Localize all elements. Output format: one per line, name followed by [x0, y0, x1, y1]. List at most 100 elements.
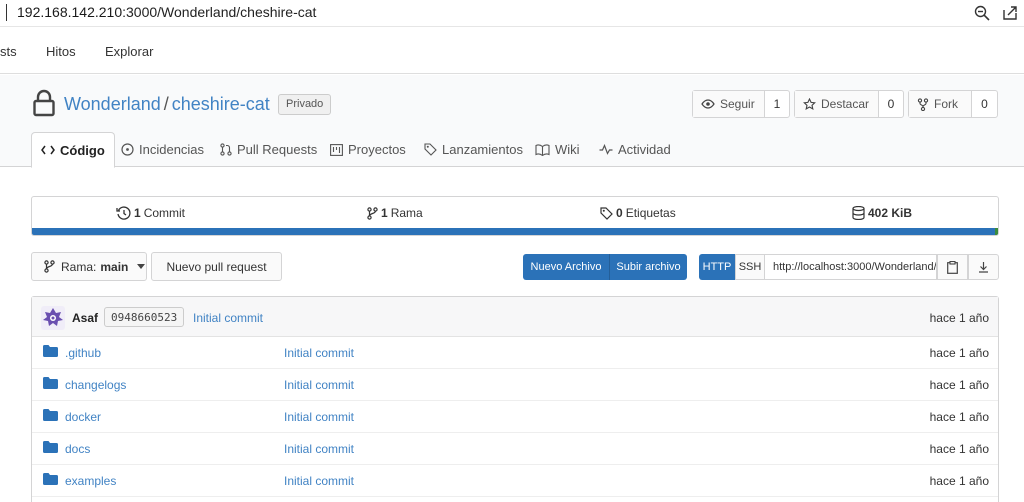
tags-stat[interactable]: 0 Etiquetas — [600, 206, 676, 220]
url-path: :3000/Wonderland/cheshire-cat — [122, 4, 317, 20]
watch-label: Seguir — [720, 97, 755, 111]
table-row: docs Initial commit hace 1 año — [32, 433, 998, 465]
history-icon — [116, 206, 131, 220]
commit-sha[interactable]: 0948660523 — [104, 307, 185, 327]
size-stat: 402 KiB — [852, 206, 915, 220]
url-host: 192.168.142.210 — [17, 4, 123, 20]
tags-count: 0 — [616, 206, 623, 220]
branches-label: Rama — [390, 206, 423, 220]
nav-item-milestones[interactable]: Hitos — [46, 44, 76, 59]
file-name[interactable]: .github — [65, 346, 101, 360]
branch-prefix: Rama: — [61, 259, 97, 274]
folder-icon — [43, 377, 58, 389]
tab-code[interactable]: Código — [31, 132, 115, 168]
commit-message[interactable]: Initial commit — [193, 311, 263, 325]
file-commit-message[interactable]: Initial commit — [284, 474, 354, 488]
latest-commit-row: Asaf 0948660523 Initial commit hace 1 añ… — [32, 297, 998, 337]
language-bar[interactable] — [32, 228, 998, 235]
commits-count: 1 — [134, 206, 141, 220]
visibility-badge: Privado — [278, 94, 332, 115]
file-commit-message[interactable]: Initial commit — [284, 378, 354, 392]
copy-url-button[interactable] — [937, 254, 968, 280]
file-time: hace 1 año — [929, 442, 989, 456]
nav-item-explore[interactable]: Explorar — [105, 44, 153, 59]
file-time: hace 1 año — [929, 346, 989, 360]
folder-icon — [43, 441, 58, 453]
pulse-icon — [599, 144, 613, 155]
file-commit-message[interactable]: Initial commit — [284, 442, 354, 456]
share-icon[interactable] — [1001, 4, 1019, 22]
tab-projects[interactable]: Proyectos — [330, 132, 406, 167]
tab-wiki[interactable]: Wiki — [535, 132, 580, 167]
file-time: hace 1 año — [929, 410, 989, 424]
new-file-button[interactable]: Nuevo Archivo — [523, 254, 609, 280]
tab-code-label: Código — [60, 142, 105, 158]
watch-button-group: Seguir 1 — [692, 90, 790, 118]
repo-title-separator: / — [163, 94, 169, 114]
folder-icon — [43, 409, 58, 421]
tags-label: Etiquetas — [625, 206, 676, 220]
watch-count[interactable]: 1 — [765, 91, 789, 117]
watch-button[interactable]: Seguir — [693, 91, 765, 117]
text-cursor — [6, 4, 7, 21]
branch-icon — [367, 206, 378, 220]
issue-icon — [121, 143, 134, 156]
commit-author[interactable]: Asaf — [72, 311, 98, 325]
repo-stats-bar: 1 Commit 1 Rama 0 Etiquetas 402 KiB — [31, 196, 999, 236]
file-name[interactable]: docker — [65, 410, 101, 424]
download-icon — [979, 262, 988, 273]
tab-wiki-label: Wiki — [555, 142, 580, 157]
branches-stat[interactable]: 1 Rama — [367, 206, 423, 220]
top-navigation: sts Hitos Explorar — [0, 28, 1024, 74]
file-table: Asaf 0948660523 Initial commit hace 1 añ… — [31, 296, 999, 502]
file-commit-message[interactable]: Initial commit — [284, 410, 354, 424]
folder-icon — [43, 345, 58, 357]
tab-releases[interactable]: Lanzamientos — [424, 132, 523, 167]
fork-button[interactable]: Fork — [909, 91, 972, 117]
tab-activity[interactable]: Actividad — [599, 132, 671, 167]
repo-tabs: Código Incidencias Pull Requests Proyect… — [0, 132, 1024, 168]
tab-pull-requests[interactable]: Pull Requests — [220, 132, 317, 167]
file-name[interactable]: docs — [65, 442, 90, 456]
language-bar-secondary[interactable] — [995, 228, 998, 235]
branch-name: main — [100, 259, 129, 274]
star-count[interactable]: 0 — [879, 91, 903, 117]
new-pull-request-button[interactable]: Nuevo pull request — [151, 252, 282, 281]
database-icon — [852, 206, 865, 220]
code-icon — [41, 145, 55, 155]
avatar[interactable] — [41, 306, 65, 330]
star-label: Destacar — [821, 97, 870, 111]
zoom-icon[interactable] — [973, 4, 991, 22]
fork-count[interactable]: 0 — [972, 91, 997, 117]
star-button[interactable]: Destacar — [795, 91, 879, 117]
nav-item-gists[interactable]: sts — [0, 44, 17, 59]
tab-projects-label: Proyectos — [348, 142, 406, 157]
file-name[interactable]: examples — [65, 474, 116, 488]
file-name[interactable]: changelogs — [65, 378, 126, 392]
tab-issues[interactable]: Incidencias — [121, 132, 204, 167]
tab-pull-requests-label: Pull Requests — [237, 142, 318, 157]
star-icon — [803, 97, 816, 110]
repo-size: 402 KiB — [868, 206, 913, 220]
upload-file-button[interactable]: Subir archivo — [609, 254, 687, 280]
fork-button-group: Fork 0 — [908, 90, 998, 118]
commits-label: Commit — [143, 206, 186, 220]
repo-owner-link[interactable]: Wonderland — [64, 94, 161, 114]
repo-name-link[interactable]: cheshire-cat — [172, 94, 270, 114]
clone-url-input[interactable]: http://localhost:3000/Wonderland/cheshir… — [765, 254, 937, 280]
browser-address-bar: 192.168.142.210:3000/Wonderland/cheshire… — [0, 0, 1024, 27]
file-time: hace 1 año — [929, 474, 989, 488]
caret-down-icon — [137, 264, 146, 269]
commits-stat[interactable]: 1 Commit — [116, 206, 185, 220]
clone-http-button[interactable]: HTTP — [699, 254, 735, 280]
file-commit-message[interactable]: Initial commit — [284, 346, 354, 360]
eye-icon — [701, 99, 715, 109]
download-button[interactable] — [968, 254, 999, 280]
clone-ssh-button[interactable]: SSH — [735, 254, 765, 280]
branch-selector[interactable]: Rama: main — [31, 252, 147, 281]
project-icon — [330, 143, 343, 156]
star-button-group: Destacar 0 — [794, 90, 904, 118]
tab-issues-label: Incidencias — [139, 142, 205, 157]
table-row: examples Initial commit hace 1 año — [32, 465, 998, 497]
url-field[interactable]: 192.168.142.210:3000/Wonderland/cheshire… — [17, 4, 316, 20]
